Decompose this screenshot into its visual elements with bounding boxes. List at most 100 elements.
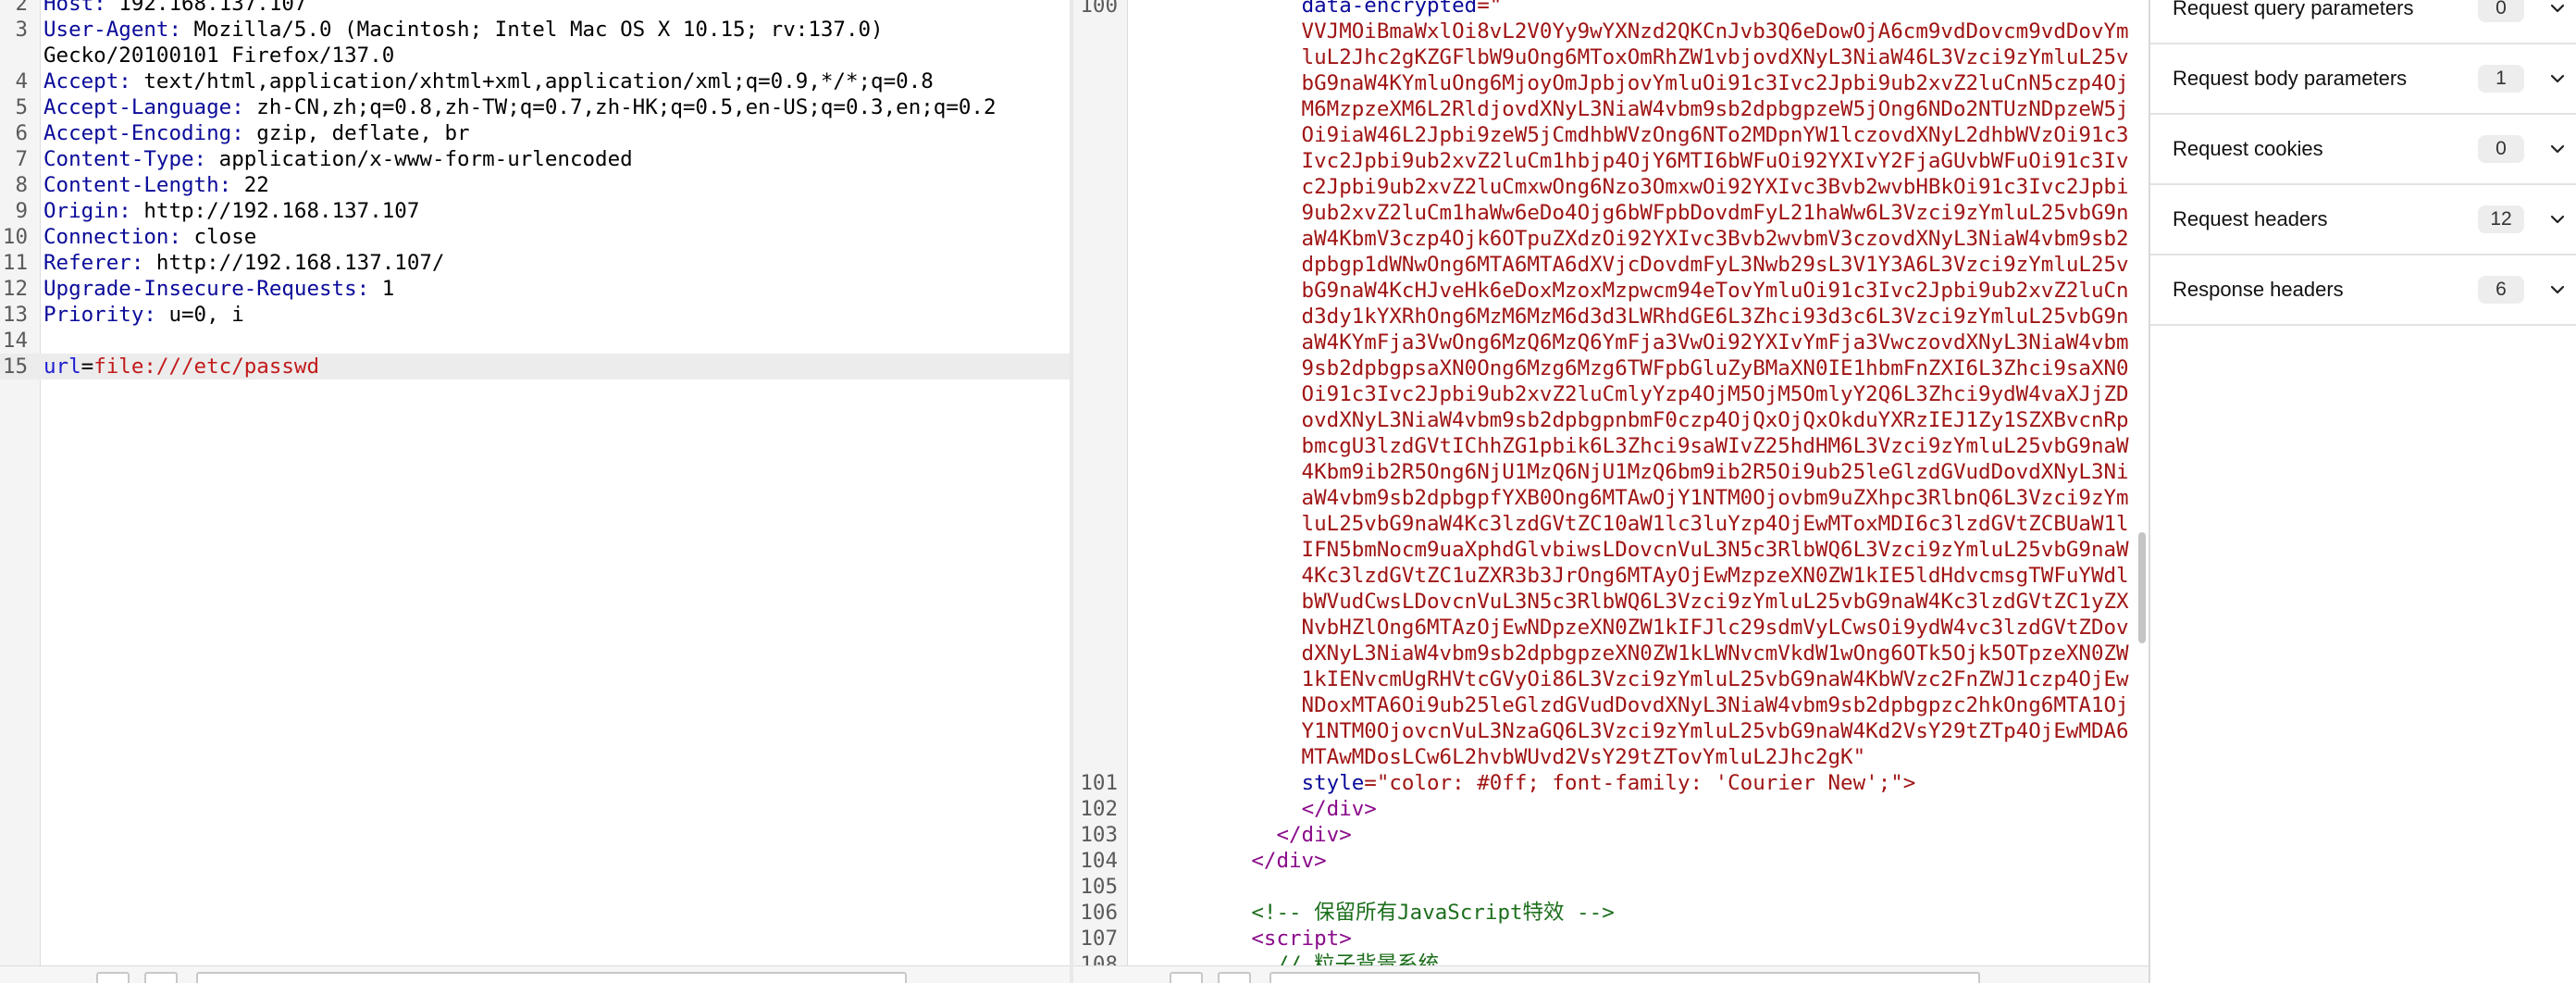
response-line[interactable]: 100 data-encrypted=" [1073, 0, 2149, 19]
chevron-down-icon[interactable] [2548, 69, 2567, 88]
line-number: 14 [2, 329, 28, 353]
response-footer [1073, 965, 2149, 983]
encrypted-data-line: 1kIENvcmUgRHVtcGVyOi86L3Vzci9zYmluL25vbG… [1151, 667, 2129, 691]
chevron-down-icon[interactable] [2548, 140, 2567, 158]
response-line[interactable]: NDoxMTA6Oi9ub25leGlzdGVudDovdXNyL3NiaW4v… [1073, 692, 2149, 718]
code-comment: <!-- 保留所有JavaScript特效 --> [1151, 901, 1615, 925]
request-line[interactable]: 7 Content-Type: application/x-www-form-ur… [0, 146, 1070, 172]
response-line[interactable]: bG9naW4KcHJveHk6eDoxMzoxMzpwcm94eTovYmlu… [1073, 278, 2149, 304]
response-line[interactable]: c2Jpbi9ub2xvZ2luCmxwOng6Nzo3OmxwOi92YXIv… [1073, 174, 2149, 200]
response-line[interactable]: 103 </div> [1073, 822, 2149, 848]
header-name: Accept-Language: [43, 95, 244, 119]
request-line[interactable]: 3 User-Agent: Mozilla/5.0 (Macintosh; Int… [0, 17, 1070, 43]
response-line[interactable]: 107 <script> [1073, 926, 2149, 952]
response-line[interactable]: 101 style="color: #0ff; font-family: 'Co… [1073, 770, 2149, 796]
line-number: 3 [15, 18, 28, 42]
chevron-down-icon[interactable] [2548, 210, 2567, 229]
response-line[interactable]: 1kIENvcmUgRHVtcGVyOi86L3Vzci9zYmluL25vbG… [1073, 666, 2149, 692]
response-editor-pane[interactable]: 100 data-encrypted=" VVJMOiBmaWxlOi8vL2V… [1073, 0, 2149, 983]
request-line[interactable]: 4 Accept: text/html,application/xhtml+xml… [0, 68, 1070, 94]
response-line[interactable]: bmcgU3lzdGVtIChhZG1pbik6L3Zhci9saWIvZ25h… [1073, 433, 2149, 459]
response-settings-button[interactable] [1170, 972, 1203, 983]
inspector-section-count: 0 [2478, 0, 2524, 22]
response-search-options-button[interactable] [1218, 972, 1251, 983]
request-line[interactable]: 10 Connection: close [0, 224, 1070, 250]
line-number: 15 [2, 355, 28, 379]
encrypted-data-line: aW4vbm9sb2dpbgpfYXB0Ong6MTAwOjY1NTM0Ojov… [1151, 486, 2129, 510]
line-content: Priority: u=0, i [43, 302, 244, 328]
response-line[interactable]: IFN5bmNocm9uaXphdGlvbiwsLDovcnVuL3N5c3Rl… [1073, 537, 2149, 563]
request-line[interactable]: Gecko/20100101 Firefox/137.0 [0, 43, 1070, 68]
response-line[interactable]: aW4KbmV3czp4Ojk6OTpuZXdzOi92YXIvc3Bvb2wv… [1073, 226, 2149, 252]
inspector-section-row[interactable]: Request headers 12 [2150, 185, 2576, 255]
response-line[interactable]: dXNyL3NiaW4vbm9sb2dpbgpzeXN0ZW1kLWNvcmVk… [1073, 641, 2149, 666]
line-content: Gecko/20100101 Firefox/137.0 [43, 44, 395, 68]
header-name: Accept: [43, 69, 131, 93]
encrypted-data-line: 9sb2dpbgpsaXN0Ong6Mzg6Mzg6TWFpbGluZyBMaX… [1151, 356, 2129, 380]
response-line[interactable]: 102 </div> [1073, 796, 2149, 822]
response-line[interactable]: Y1NTM0OjovcnVuL3NzaGQ6L3Vzci9zYmluL25vbG… [1073, 718, 2149, 744]
response-line[interactable]: 104 </div> [1073, 848, 2149, 874]
header-value: 1 [369, 277, 395, 301]
response-line[interactable]: NvbHZlOng6MTAzOjEwNDpzeXN0ZW1kIFJlc29sdm… [1073, 615, 2149, 641]
request-editor-pane[interactable]: 2 Host: 192.168.137.107 3 User-Agent: Mozil… [0, 0, 1070, 983]
request-line[interactable]: 13 Priority: u=0, i [0, 302, 1070, 328]
chevron-down-icon[interactable] [2548, 0, 2567, 18]
response-line[interactable]: luL2Jhc2gKZGFlbW9uOng6MToxOmRhZW1vbjovdX… [1073, 44, 2149, 70]
header-name: Connection: [43, 225, 182, 249]
response-line[interactable]: M6MzpzeXM6L2RldjovdXNyL3NiaW4vbm9sb2dpbg… [1073, 96, 2149, 122]
request-line[interactable]: 12 Upgrade-Insecure-Requests: 1 [0, 276, 1070, 302]
inspector-section-label: Request query parameters [2173, 0, 2414, 19]
request-search-options-button[interactable] [144, 972, 178, 983]
request-line[interactable]: 6 Accept-Encoding: gzip, deflate, br [0, 120, 1070, 146]
inspector-section-row[interactable]: Response headers 6 [2150, 255, 2576, 326]
request-line[interactable]: 11 Referer: http://192.168.137.107/ [0, 250, 1070, 276]
response-line[interactable]: bWVudCwsLDovcnVuL3N5c3RlbWQ6L3Vzci9zYmlu… [1073, 589, 2149, 615]
response-scrollbar-thumb[interactable] [2138, 532, 2146, 643]
response-search-input[interactable] [1269, 972, 1980, 983]
response-line[interactable]: aW4vbm9sb2dpbgpfYXB0Ong6MTAwOjY1NTM0Ojov… [1073, 485, 2149, 511]
response-line[interactable]: Oi9iaW46L2Jpbi9zeW5jCmdhbWVzOng6NTo2MDpn… [1073, 122, 2149, 148]
request-editor[interactable]: 2 Host: 192.168.137.107 3 User-Agent: Mozil… [0, 0, 1070, 966]
request-line[interactable]: 8 Content-Length: 22 [0, 172, 1070, 198]
response-line[interactable]: 4Kc3lzdGVtZC1uZXR3b3JrOng6MTAyOjEwMzpzeX… [1073, 563, 2149, 589]
request-search-input[interactable] [196, 972, 907, 983]
response-line[interactable]: 106 <!-- 保留所有JavaScript特效 --> [1073, 900, 2149, 926]
inspector-section-row[interactable]: Request body parameters 1 [2150, 44, 2576, 115]
html-tag: <script> [1251, 927, 1352, 951]
inspector-section-row[interactable]: Request cookies 0 [2150, 115, 2576, 185]
response-line[interactable]: 9ub2xvZ2luCm1haWw6eDo4Ojg6bWFpbDovdmFyL2… [1073, 200, 2149, 226]
request-settings-button[interactable] [96, 972, 130, 983]
line-number: 4 [15, 69, 28, 93]
response-line[interactable]: aW4KYmFja3VwOng6MzQ6MzQ6YmFja3VwOi92YXIv… [1073, 330, 2149, 355]
response-line[interactable]: Ivc2Jpbi9ub2xvZ2luCm1hbjp4OjY6MTI6bWFuOi… [1073, 148, 2149, 174]
response-line[interactable]: 4Kbm9ib2R5Ong6NjU1MzQ6NjU1MzQ6bm9ib2R5Oi… [1073, 459, 2149, 485]
request-line[interactable]: 9 Origin: http://192.168.137.107 [0, 198, 1070, 224]
response-line[interactable]: Oi91c3Ivc2Jpbi9ub2xvZ2luCmlyYzp4OjM5OjM5… [1073, 381, 2149, 407]
encrypted-data-line: c2Jpbi9ub2xvZ2luCmxwOng6Nzo3OmxwOi92YXIv… [1151, 175, 2129, 199]
response-line[interactable]: ovdXNyL3NiaW4vbm9sb2dpbgpnbmF0czp4OjQxOj… [1073, 407, 2149, 433]
line-number: 12 [2, 277, 28, 301]
response-scrollbar[interactable] [2136, 0, 2149, 950]
chevron-down-icon[interactable] [2548, 280, 2567, 299]
response-line[interactable]: VVJMOiBmaWxlOi8vL2V0Yy9wYXNzd2QKCnJvb3Q6… [1073, 19, 2149, 44]
response-line[interactable]: 108 // 粒子背景系统 [1073, 952, 2149, 966]
request-line[interactable]: 14 [0, 328, 1070, 354]
inspector-section-row[interactable]: Request query parameters 0 [2150, 0, 2576, 44]
line-content: Accept-Language: zh-CN,zh;q=0.8,zh-TW;q=… [43, 94, 997, 120]
response-line[interactable]: d3dy1kYXRhOng6MzM6MzM6d3d3LWRhdGE6L3Zhci… [1073, 304, 2149, 330]
encrypted-data-line: luL2Jhc2gKZGFlbW9uOng6MToxOmRhZW1vbjovdX… [1151, 45, 2129, 69]
encrypted-data-line: NDoxMTA6Oi9ub25leGlzdGVudDovdXNyL3NiaW4v… [1151, 693, 2129, 717]
response-line[interactable]: luL25vbG9naW4Kc3lzdGVtZC10aW1lc3luYzp4Oj… [1073, 511, 2149, 537]
response-line[interactable]: dpbgp1dWNwOng6MTA6MTA6dXVjcDovdmFyL3Nwb2… [1073, 252, 2149, 278]
response-line[interactable]: 9sb2dpbgpsaXN0Ong6Mzg6Mzg6TWFpbGluZyBMaX… [1073, 355, 2149, 381]
response-line[interactable]: bG9naW4KYmluOng6MjoyOmJpbjovYmluOi91c3Iv… [1073, 70, 2149, 96]
encrypted-data-line: d3dy1kYXRhOng6MzM6MzM6d3d3LWRhdGE6L3Zhci… [1151, 305, 2129, 329]
response-line[interactable]: MTAwMDosLCw6L2hvbWUvd2VsY29tZTovYmluL2Jh… [1073, 744, 2149, 770]
request-line[interactable]: 15 url=file:///etc/passwd [0, 354, 1070, 380]
request-line[interactable]: 2 Host: 192.168.137.107 [0, 0, 1070, 17]
response-editor[interactable]: 100 data-encrypted=" VVJMOiBmaWxlOi8vL2V… [1073, 0, 2149, 966]
response-line[interactable]: 105 [1073, 874, 2149, 900]
encrypted-data-line: Y1NTM0OjovcnVuL3NzaGQ6L3Vzci9zYmluL25vbG… [1151, 719, 2129, 743]
request-line[interactable]: 5 Accept-Language: zh-CN,zh;q=0.8,zh-TW;q… [0, 94, 1070, 120]
